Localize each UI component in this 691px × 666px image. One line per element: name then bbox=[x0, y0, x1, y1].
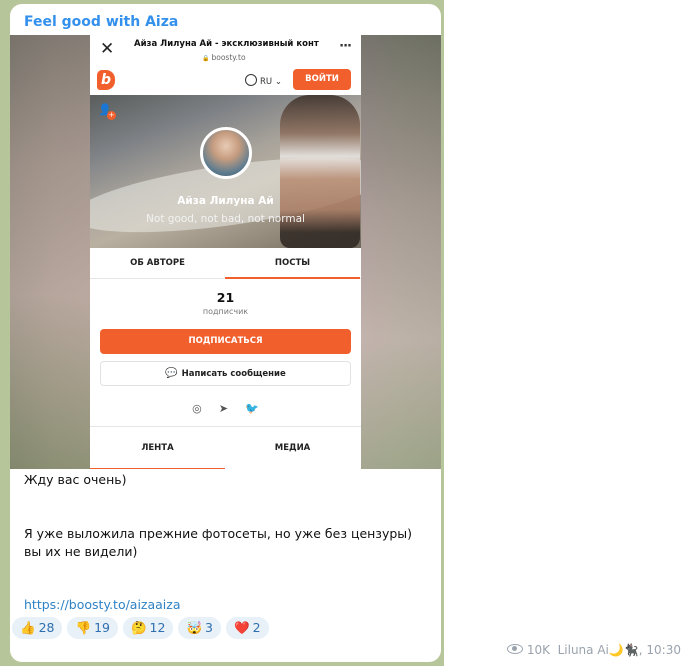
message-text-line2: Я уже выложила прежние фотосеты, но уже … bbox=[24, 526, 413, 559]
profile-status: Not good, not bad, not normal bbox=[146, 213, 305, 225]
language-label: RU bbox=[260, 77, 273, 87]
thumbs-up-icon: 👍 bbox=[20, 620, 36, 635]
reaction-count: 3 bbox=[205, 620, 213, 635]
chat-bubble-icon: 💬 bbox=[165, 368, 178, 379]
views-eye-icon bbox=[506, 644, 523, 654]
browser-url: 🔒 boosty.to bbox=[202, 53, 246, 62]
browser-url-text: boosty.to bbox=[211, 53, 246, 62]
post-author: Liluna Ai🌙🐈‍⬛, bbox=[557, 643, 643, 657]
login-button: ВОЙТИ bbox=[293, 69, 351, 90]
boosty-logo: b bbox=[97, 70, 115, 90]
reaction-mind-blown[interactable]: 🤯 3 bbox=[178, 617, 221, 639]
reaction-count: 19 bbox=[94, 620, 110, 635]
telegram-icon: ➤ bbox=[218, 402, 229, 415]
profile-tabs: ОБ АВТОРЕ ПОСТЫ bbox=[90, 248, 361, 279]
tab-about: ОБ АВТОРЕ bbox=[130, 258, 185, 268]
reaction-thinking[interactable]: 🤔 12 bbox=[122, 617, 174, 639]
subscribers-label: подписчик bbox=[202, 307, 249, 316]
mind-blown-icon: 🤯 bbox=[186, 620, 203, 635]
reaction-count: 12 bbox=[149, 620, 166, 635]
reaction-thumbs-up[interactable]: 👍 28 bbox=[12, 617, 63, 639]
language-selector: RU ⌄ bbox=[245, 74, 282, 87]
instagram-icon: ◎ bbox=[192, 402, 202, 415]
subscribers-count: 21 bbox=[216, 290, 235, 305]
browser-page-title: Айза Лилуна Ай - эксклюзивный конте... bbox=[134, 39, 319, 49]
site-header: b RU ⌄ ВОЙТИ bbox=[90, 65, 361, 95]
media-blur-right bbox=[361, 35, 441, 469]
globe-icon bbox=[245, 74, 257, 86]
avatar bbox=[200, 127, 252, 179]
profile-name: Айза Лилуна Ай bbox=[177, 195, 274, 207]
browser-bar: ✕ Айза Лилуна Ай - эксклюзивный конте...… bbox=[90, 35, 361, 66]
add-user-icon: 👤 + bbox=[98, 103, 116, 120]
message-bubble: Feel good with Aiza ✕ Айза Лилуна Ай - э… bbox=[10, 4, 441, 662]
reactions-bar: 👍 28 👎 19 🤔 12 🤯 3 ❤️ 2 bbox=[12, 617, 269, 641]
reaction-count: 2 bbox=[252, 620, 261, 635]
subscribe-button: ПОДПИСАТЬСЯ bbox=[100, 329, 351, 354]
phone-screenshot: ✕ Айза Лилуна Ай - эксклюзивный конте...… bbox=[90, 35, 361, 469]
tab-feed: ЛЕНТА bbox=[90, 427, 225, 469]
message-screenshot-media[interactable]: ✕ Айза Лилуна Ай - эксклюзивный конте...… bbox=[10, 35, 441, 469]
social-links: ◎ ➤ 🐦 bbox=[90, 397, 361, 416]
write-message-button: 💬 Написать сообщение bbox=[100, 361, 351, 386]
message-meta: 10K Liluna Ai🌙🐈‍⬛, 10:30 bbox=[506, 643, 681, 657]
add-badge-icon: + bbox=[107, 111, 116, 120]
profile-card: ОБ АВТОРЕ ПОСТЫ 21 подписчик ПОДПИСАТЬСЯ… bbox=[90, 248, 361, 469]
feed-tabs: ЛЕНТА МЕДИА bbox=[90, 426, 361, 469]
message-text-line1: Жду вас очень) bbox=[24, 472, 127, 487]
thinking-face-icon: 🤔 bbox=[130, 620, 147, 635]
reaction-thumbs-down[interactable]: 👎 19 bbox=[67, 617, 118, 639]
thumbs-down-icon: 👎 bbox=[75, 620, 92, 635]
reaction-count: 28 bbox=[38, 620, 55, 635]
media-blur-left bbox=[10, 35, 90, 469]
reaction-heart[interactable]: ❤️ 2 bbox=[225, 617, 269, 639]
views-count: 10K bbox=[526, 643, 550, 657]
twitter-icon: 🐦 bbox=[245, 402, 259, 415]
lock-icon: 🔒 bbox=[202, 55, 210, 62]
profile-cover: 👤 + Айза Лилуна Ай Not good, not bad, not… bbox=[90, 95, 361, 248]
more-icon: ··· bbox=[339, 39, 352, 54]
heart-icon: ❤️ bbox=[233, 620, 250, 635]
tab-posts: ПОСТЫ bbox=[225, 248, 360, 279]
close-icon: ✕ bbox=[100, 39, 115, 59]
tab-media: МЕДИА bbox=[274, 443, 311, 453]
write-message-label: Написать сообщение bbox=[181, 369, 286, 379]
post-time: 10:30 bbox=[646, 643, 681, 657]
chevron-down-icon: ⌄ bbox=[274, 77, 282, 87]
message-link[interactable]: https://boosty.to/aizaaiza bbox=[24, 596, 424, 614]
cover-photo-figure bbox=[280, 95, 360, 248]
channel-name[interactable]: Feel good with Aiza bbox=[24, 14, 178, 30]
